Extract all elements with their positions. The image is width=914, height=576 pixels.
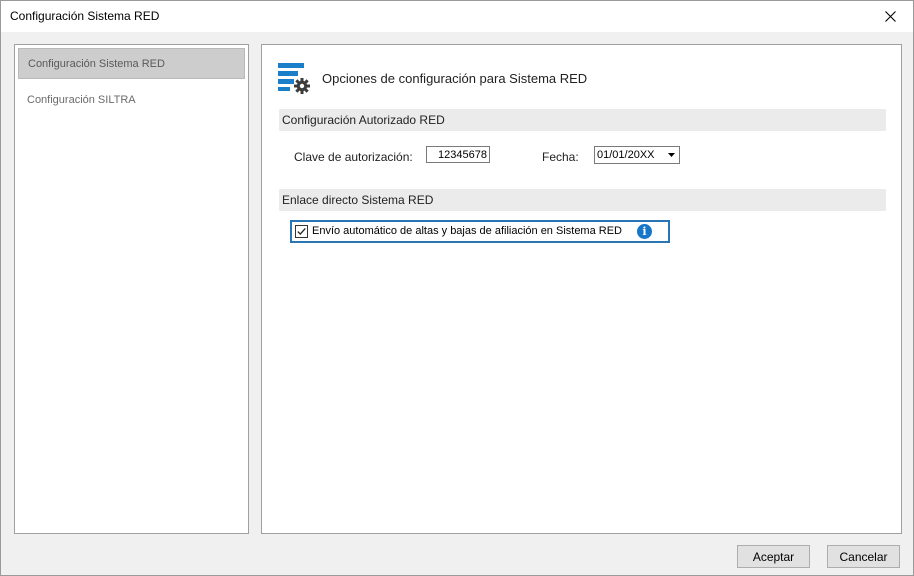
info-icon[interactable]: i bbox=[637, 224, 652, 239]
sidebar-item-siltra[interactable]: Configuración SILTRA bbox=[18, 85, 245, 116]
auto-send-checkbox[interactable] bbox=[295, 225, 308, 238]
accept-button[interactable]: Aceptar bbox=[737, 545, 810, 568]
section-header-autorizado: Configuración Autorizado RED bbox=[279, 109, 886, 131]
sidebar: Configuración Sistema RED Configuración … bbox=[14, 44, 249, 534]
date-label: Fecha: bbox=[542, 150, 579, 164]
section-title: Enlace directo Sistema RED bbox=[282, 193, 434, 207]
page-title: Opciones de configuración para Sistema R… bbox=[322, 71, 588, 86]
checkmark-icon bbox=[297, 227, 306, 236]
window-title: Configuración Sistema RED bbox=[10, 9, 160, 23]
cancel-button[interactable]: Cancelar bbox=[827, 545, 900, 568]
section-title: Configuración Autorizado RED bbox=[282, 113, 445, 127]
date-value: 01/01/20XX bbox=[597, 149, 655, 161]
date-dropdown-button[interactable] bbox=[663, 147, 679, 163]
sidebar-item-label: Configuración SILTRA bbox=[27, 94, 136, 106]
auto-send-label: Envío automático de altas y bajas de afi… bbox=[312, 225, 622, 237]
title-bar: Configuración Sistema RED bbox=[1, 1, 913, 32]
sidebar-item-sistema-red[interactable]: Configuración Sistema RED bbox=[18, 48, 245, 79]
date-picker[interactable]: 01/01/20XX bbox=[594, 146, 680, 164]
close-button[interactable] bbox=[867, 1, 913, 32]
content-panel: Opciones de configuración para Sistema R… bbox=[261, 44, 902, 534]
section-header-enlace: Enlace directo Sistema RED bbox=[279, 189, 886, 211]
authorization-key-input[interactable] bbox=[426, 146, 490, 163]
settings-list-icon bbox=[278, 63, 310, 94]
authorization-key-label: Clave de autorización: bbox=[294, 150, 413, 164]
chevron-down-icon bbox=[667, 153, 675, 157]
close-icon bbox=[884, 11, 896, 22]
auto-send-option[interactable]: Envío automático de altas y bajas de afi… bbox=[290, 220, 670, 243]
dialog-window: Configuración Sistema RED Configuración … bbox=[0, 0, 914, 576]
sidebar-item-label: Configuración Sistema RED bbox=[28, 58, 165, 70]
